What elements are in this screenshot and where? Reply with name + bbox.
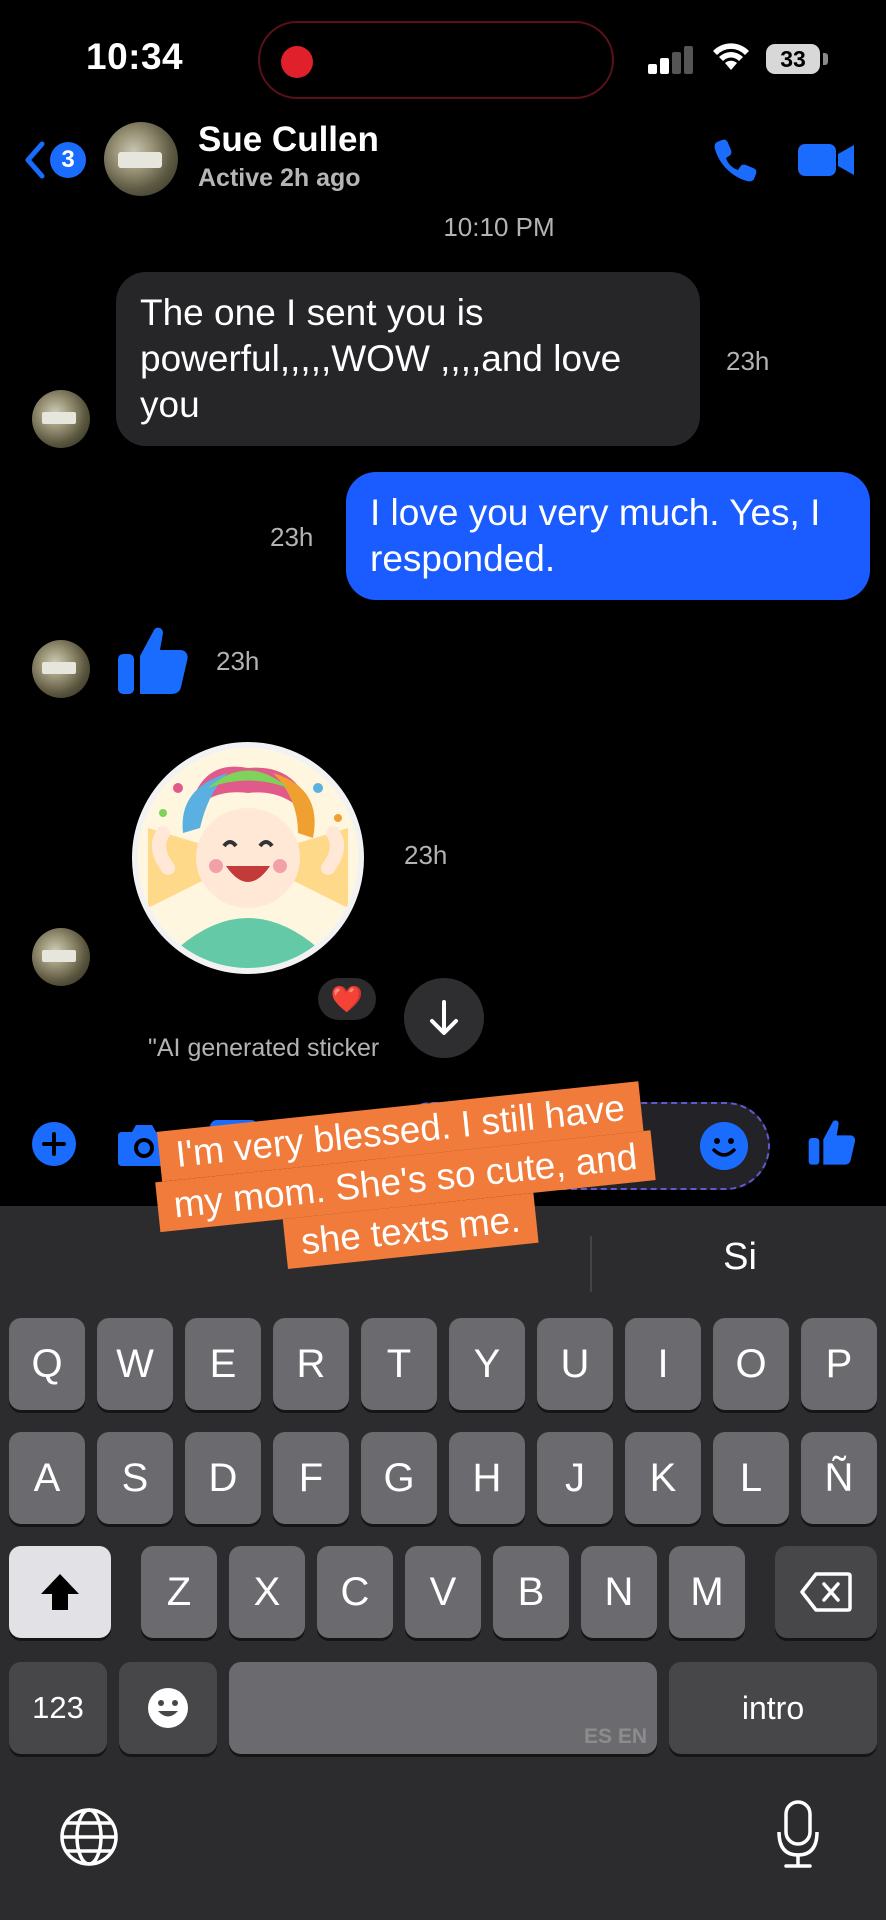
key-y[interactable]: Y — [449, 1318, 525, 1410]
time-divider-text: 10:10 PM — [443, 212, 555, 242]
key-i[interactable]: I — [625, 1318, 701, 1410]
sender-avatar[interactable] — [32, 390, 90, 448]
key-x[interactable]: X — [229, 1546, 305, 1638]
ai-sticker-image[interactable] — [132, 742, 364, 974]
message-timestamp: 23h — [404, 840, 448, 870]
key-c[interactable]: C — [317, 1546, 393, 1638]
video-call-icon[interactable] — [798, 140, 856, 180]
battery-tip — [823, 53, 828, 65]
chevron-left-icon — [25, 141, 45, 179]
sender-avatar[interactable] — [32, 928, 90, 986]
arrow-down-icon — [430, 1000, 458, 1035]
dynamic-island — [258, 21, 614, 99]
contact-name[interactable]: Sue Cullen — [198, 120, 379, 160]
key-k[interactable]: K — [625, 1432, 701, 1524]
key-o[interactable]: O — [713, 1318, 789, 1410]
back-button[interactable]: 3 — [20, 138, 86, 182]
key-v[interactable]: V — [405, 1546, 481, 1638]
status-time: 10:34 — [86, 36, 184, 77]
shift-arrow-icon — [41, 1574, 79, 1610]
key-n-tilde[interactable]: Ñ — [801, 1432, 877, 1524]
space-bar[interactable]: ES EN — [229, 1662, 657, 1754]
key-g[interactable]: G — [361, 1432, 437, 1524]
wifi-icon — [713, 43, 749, 70]
delete-icon — [800, 1572, 852, 1612]
status-bar: 10:34 33 — [0, 0, 886, 120]
key-d[interactable]: D — [185, 1432, 261, 1524]
keyboard-language-indicator: ES EN — [583, 1725, 647, 1748]
key-h[interactable]: H — [449, 1432, 525, 1524]
return-key[interactable]: intro — [669, 1662, 877, 1754]
phone-call-icon[interactable] — [712, 136, 760, 184]
shift-key[interactable] — [9, 1546, 111, 1638]
key-n[interactable]: N — [581, 1546, 657, 1638]
time-divider: 10:10 PM — [0, 212, 886, 243]
unread-count-badge: 3 — [50, 142, 86, 178]
key-f[interactable]: F — [273, 1432, 349, 1524]
battery-level: 33 — [766, 44, 820, 74]
heart-reaction[interactable]: ❤️ — [318, 978, 376, 1020]
recording-indicator-icon — [281, 46, 313, 78]
plus-circle-icon[interactable] — [32, 1122, 76, 1166]
message-timestamp: 23h — [726, 346, 770, 376]
key-s[interactable]: S — [97, 1432, 173, 1524]
key-u[interactable]: U — [537, 1318, 613, 1410]
contact-active-status: Active 2h ago — [198, 164, 361, 192]
thumbs-up-send-icon[interactable] — [808, 1118, 856, 1166]
key-j[interactable]: J — [537, 1432, 613, 1524]
numbers-key[interactable]: 123 — [9, 1662, 107, 1754]
key-t[interactable]: T — [361, 1318, 437, 1410]
message-timestamp: 23h — [216, 646, 260, 676]
happy-child-sticker-icon — [138, 748, 358, 968]
outgoing-message-bubble[interactable]: I love you very much. Yes, I responded. — [346, 472, 870, 600]
emoji-key[interactable] — [119, 1662, 217, 1754]
key-z[interactable]: Z — [141, 1546, 217, 1638]
thumbs-up-icon[interactable] — [118, 624, 188, 696]
key-p[interactable]: P — [801, 1318, 877, 1410]
sender-avatar[interactable] — [32, 640, 90, 698]
emoji-face-icon — [148, 1688, 188, 1728]
emoji-icon[interactable] — [700, 1122, 748, 1170]
globe-icon[interactable] — [58, 1806, 120, 1868]
incoming-message-bubble[interactable]: The one I sent you is powerful,,,,,WOW ,… — [116, 272, 700, 446]
chat-header: 3 Sue Cullen Active 2h ago — [0, 120, 886, 220]
cellular-signal-icon — [648, 44, 696, 74]
key-l[interactable]: L — [713, 1432, 789, 1524]
backspace-key[interactable] — [775, 1546, 877, 1638]
ai-generated-sticker-label: "AI generated sticker — [148, 1034, 380, 1062]
key-m[interactable]: M — [669, 1546, 745, 1638]
scroll-to-bottom-button[interactable] — [404, 978, 484, 1058]
contact-avatar[interactable] — [104, 122, 178, 196]
dictation-microphone-icon[interactable] — [776, 1800, 820, 1870]
key-b[interactable]: B — [493, 1546, 569, 1638]
key-q[interactable]: Q — [9, 1318, 85, 1410]
message-timestamp: 23h — [270, 522, 314, 552]
key-a[interactable]: A — [9, 1432, 85, 1524]
